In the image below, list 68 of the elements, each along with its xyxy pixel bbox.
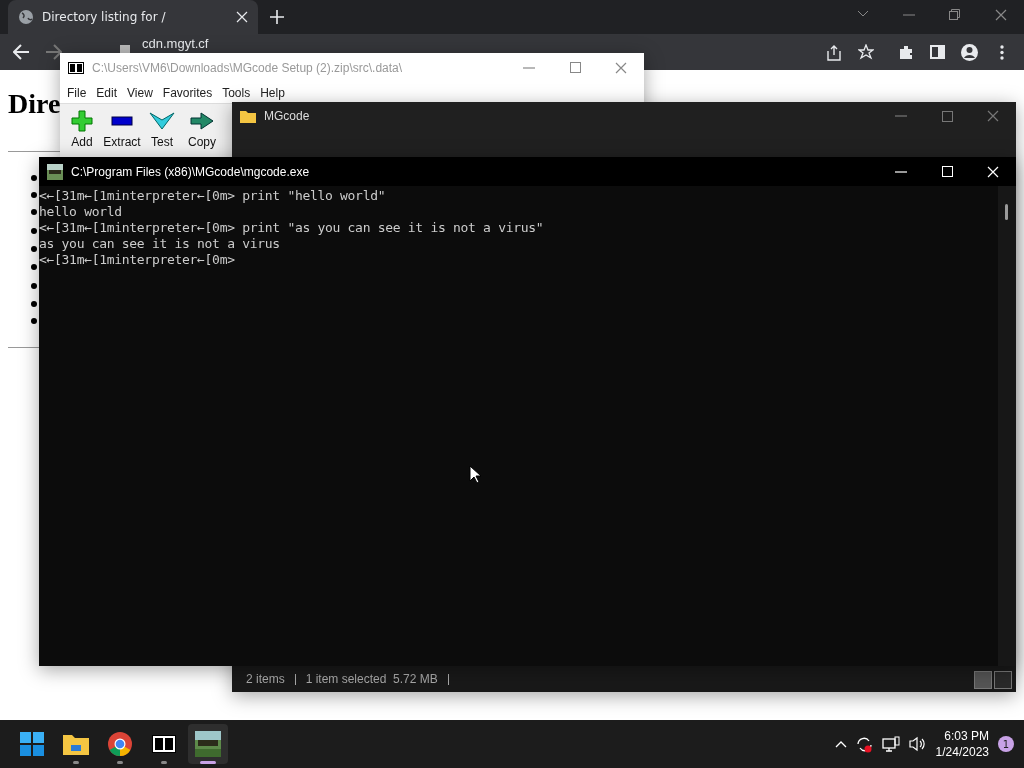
volume-icon[interactable]: [908, 736, 927, 752]
caret-icon[interactable]: [857, 10, 869, 18]
toolbar-button[interactable]: Add: [62, 104, 102, 154]
list-bullet: [31, 192, 37, 198]
browser-logo-icon: [108, 732, 132, 756]
tab-title: Directory listing for /: [42, 10, 167, 24]
list-bullet: [31, 228, 37, 234]
mouse-cursor-icon: [469, 465, 481, 484]
chevron-up-icon[interactable]: [834, 740, 847, 748]
check-icon: [149, 112, 175, 130]
toolbar-button[interactable]: Extract: [102, 104, 142, 154]
list-bullet: [31, 209, 37, 215]
scrollbar[interactable]: [998, 186, 1016, 666]
clock-time[interactable]: 6:03 PM: [944, 728, 989, 744]
star-icon[interactable]: [858, 44, 874, 60]
toolbar-button[interactable]: Copy: [182, 104, 222, 154]
console-line: <←[31m←[1minterpreter←[0m>: [39, 252, 236, 268]
sync-icon[interactable]: [855, 735, 873, 753]
new-tab-icon[interactable]: [270, 10, 284, 24]
clock-date[interactable]: 1/24/2023: [935, 744, 989, 760]
forward-icon[interactable]: [45, 44, 62, 60]
menu-item[interactable]: File: [62, 85, 92, 100]
share-icon[interactable]: [826, 45, 842, 61]
archive-app-icon: [152, 735, 176, 753]
page-heading: Dire: [8, 88, 61, 120]
puzzle-icon[interactable]: [898, 44, 914, 60]
menu-item[interactable]: Edit: [91, 85, 123, 100]
window-title: C:\Users\VM6\Downloads\MGcode Setup (2).zip\src\.data\: [92, 60, 403, 75]
globe-icon: [18, 9, 34, 25]
tiles-view-button[interactable]: [994, 671, 1012, 689]
windows-logo-icon: [20, 732, 44, 756]
list-bullet: [31, 301, 37, 307]
app-icon: [195, 731, 221, 757]
status-text: 2 items: [246, 672, 285, 686]
console-line: <←[31m←[1minterpreter←[0m> print "as you can see it is not a virus": [39, 220, 545, 236]
profile-icon[interactable]: [961, 44, 978, 61]
list-bullet: [31, 283, 37, 289]
window-title: C:\Program Files (x86)\MGcode\mgcode.exe: [71, 164, 310, 179]
restore-icon[interactable]: [949, 9, 960, 20]
console-line: <←[31m←[1minterpreter←[0m> print "hello world": [39, 188, 387, 204]
toolbar-button[interactable]: Test: [142, 104, 182, 154]
list-bullet: [31, 318, 37, 324]
menu-item[interactable]: Tools: [217, 85, 256, 100]
back-icon[interactable]: [13, 44, 30, 60]
folder-icon: [240, 109, 256, 123]
status-text: 1 item selected 5.72 MB: [305, 672, 438, 686]
sidebar-icon[interactable]: [930, 45, 945, 59]
app-icon: [47, 163, 63, 180]
menu-item[interactable]: View: [122, 85, 158, 100]
notification-badge[interactable]: 1: [998, 736, 1014, 752]
taskbar-app[interactable]: [188, 724, 228, 764]
minus-icon: [111, 116, 133, 126]
browser-tab[interactable]: Directory listing for /: [8, 0, 258, 34]
network-icon[interactable]: [881, 736, 900, 752]
list-bullet: [31, 246, 37, 252]
address-text[interactable]: cdn.mgyt.cf: [142, 36, 209, 51]
menu-item[interactable]: Favorites: [157, 85, 218, 100]
list-bullet: [31, 175, 37, 181]
menu-icon[interactable]: [1000, 45, 1004, 60]
list-bullet: [31, 264, 37, 270]
console-line: hello world: [39, 204, 123, 220]
plus-icon: [71, 110, 93, 132]
window-title: MGcode: [264, 109, 310, 123]
folder-icon: [63, 733, 89, 755]
arrow-icon: [190, 112, 214, 130]
menu-item[interactable]: Help: [255, 85, 290, 100]
console-line: as you can see it is not a virus: [39, 236, 281, 252]
archive-app-icon: [68, 61, 84, 74]
